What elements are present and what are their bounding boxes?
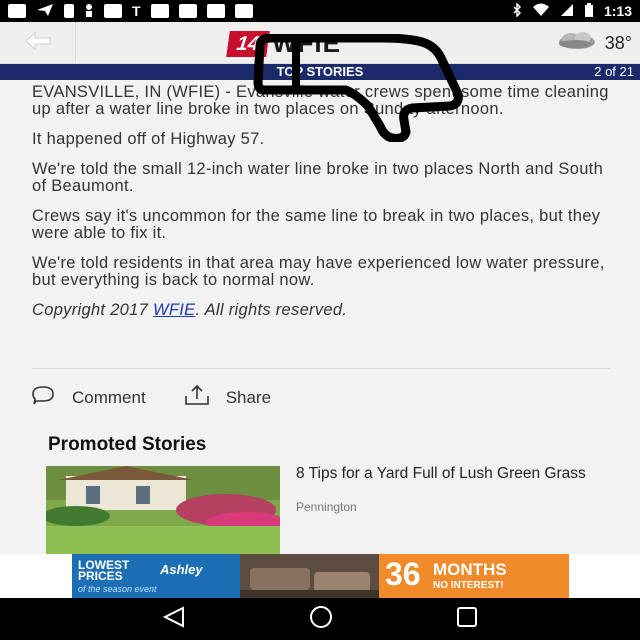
comment-button[interactable]: Comment: [30, 385, 146, 410]
bluetooth-icon: [512, 1, 522, 20]
copyright-notice: Copyright 2017 WFIE. All rights reserved…: [32, 302, 612, 319]
app-bar: 14 WFIE 38°: [0, 22, 640, 64]
share-label: Share: [225, 387, 272, 407]
signal-icon: [560, 3, 574, 20]
wfie-link[interactable]: WFIE: [153, 301, 195, 319]
ad-months: MONTHS: [433, 560, 507, 579]
article-paragraph: Crews say it's uncommon for the same lin…: [32, 207, 601, 242]
cloudy-weather-icon: [553, 30, 599, 57]
article-body: EVANSVILLE, IN (WFIE) - Evansville water…: [32, 84, 612, 332]
divider: [32, 368, 610, 369]
wifi-icon: [532, 3, 550, 20]
navigation-bar: [0, 598, 640, 640]
ad-left-panel: LOWEST PRICES Ashley of the season event: [72, 554, 240, 598]
facebook-icon: [64, 4, 74, 18]
back-button[interactable]: [0, 22, 76, 64]
promoted-story-source: Pennington: [296, 500, 357, 514]
article-actions: Comment Share: [30, 384, 271, 411]
notification-icons: T: [8, 3, 253, 20]
copyright-prefix: Copyright 2017: [32, 301, 153, 319]
ad-number: 36: [385, 556, 421, 592]
article-paragraph: It happened off of Highway 57.: [32, 130, 265, 148]
promoted-story-image[interactable]: [46, 466, 280, 554]
ad-banner[interactable]: LOWEST PRICES Ashley of the season event…: [0, 554, 640, 598]
send-icon: [36, 3, 54, 20]
section-title: TOP STORIES: [276, 64, 364, 79]
app-icon-4: [234, 4, 253, 18]
recents-square-icon: [457, 606, 478, 627]
t-icon: T: [132, 3, 141, 19]
app-icon-2: [178, 4, 197, 18]
back-arrow-icon: [24, 31, 52, 55]
status-time: 1:13: [603, 3, 632, 19]
weather-temp: 38°: [604, 33, 632, 53]
wfie-logo: 14 WFIE: [226, 28, 341, 59]
share-icon: [184, 384, 210, 411]
promoted-story-headline[interactable]: 8 Tips for a Yard Full of Lush Green Gra…: [296, 466, 596, 482]
ad-right-panel: 36 MONTHS NO INTEREST!: [379, 554, 569, 598]
app-icon-3: [206, 4, 225, 18]
home-nav-button[interactable]: [308, 604, 334, 635]
article-paragraph: We're told the small 12-inch water line …: [32, 160, 604, 195]
notification-icon: [8, 4, 26, 18]
app-icon-1: [150, 4, 169, 18]
back-nav-button[interactable]: [161, 605, 187, 633]
promoted-stories-title: Promoted Stories: [48, 434, 207, 455]
ad-subtext: of the season event: [78, 584, 157, 594]
ad-no-interest: NO INTEREST!: [433, 580, 504, 591]
section-bar: TOP STORIES 2 of 21: [0, 64, 640, 80]
system-icons: 1:13: [512, 1, 632, 20]
comment-label: Comment: [72, 387, 146, 407]
back-triangle-icon: [162, 605, 184, 628]
message-icon: [104, 4, 122, 18]
weather-widget[interactable]: 38°: [553, 30, 632, 57]
logo-badge: 14: [226, 30, 270, 57]
home-circle-icon: [309, 605, 332, 628]
recents-nav-button[interactable]: [455, 605, 479, 634]
ad-furniture-image: [240, 554, 379, 598]
status-bar: T 1:13: [0, 0, 640, 22]
promoted-story-card[interactable]: 8 Tips for a Yard Full of Lush Green Gra…: [46, 466, 606, 556]
comment-icon: [30, 385, 56, 410]
article-paragraph: We're told residents in that area may ha…: [32, 254, 605, 289]
ad-brand: Ashley: [160, 562, 203, 577]
ashley-ad[interactable]: LOWEST PRICES Ashley of the season event…: [72, 554, 569, 598]
share-button[interactable]: Share: [184, 384, 271, 411]
article-paragraph: EVANSVILLE, IN (WFIE) - Evansville water…: [32, 83, 609, 118]
person-icon: [84, 3, 94, 20]
story-count: 2 of 21: [594, 64, 634, 79]
ad-lowest-prices: LOWEST PRICES: [78, 558, 130, 583]
copyright-suffix: . All rights reserved.: [195, 301, 348, 319]
battery-icon: [584, 2, 594, 20]
logo-text: WFIE: [272, 28, 341, 58]
